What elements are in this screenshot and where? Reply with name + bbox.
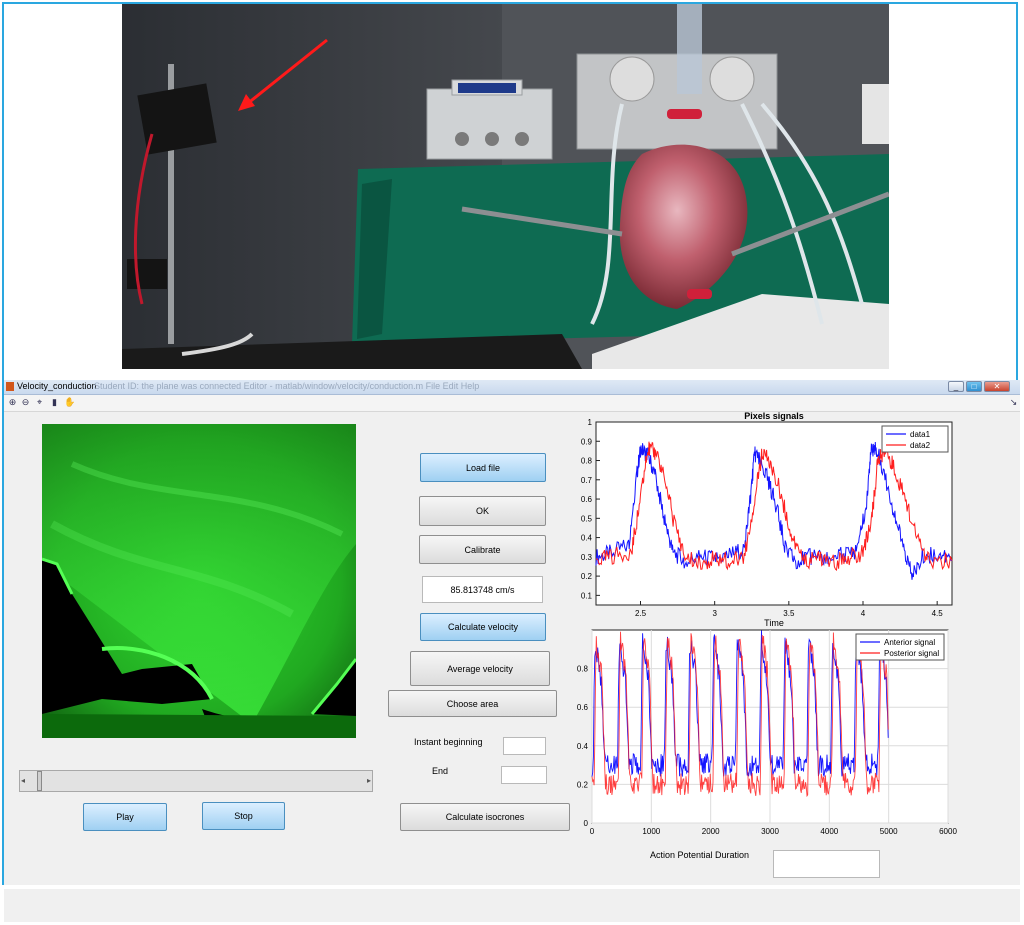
calculate-isocrones-button[interactable]: Calculate isocrones: [400, 803, 570, 831]
apd-input[interactable]: [773, 850, 880, 878]
slider-right-arrow[interactable]: ▸: [367, 776, 371, 785]
zoom-out-icon[interactable]: ⊖: [20, 397, 31, 408]
dock-arrow-icon[interactable]: ↘: [1008, 397, 1019, 408]
y-tick-label: 0.6: [577, 703, 589, 712]
y-tick-label: 0: [584, 819, 589, 828]
minimize-button[interactable]: _: [948, 381, 964, 392]
y-tick-label: 0.4: [581, 534, 593, 543]
load-file-button[interactable]: Load file: [420, 453, 546, 482]
x-tick-label: 3000: [761, 827, 779, 836]
y-tick-label: 0.8: [581, 457, 593, 466]
calibrate-button[interactable]: Calibrate: [419, 535, 546, 564]
status-strip: [4, 889, 1020, 922]
data-cursor-icon[interactable]: ⌖: [34, 397, 45, 408]
velocity-result-field: 85.813748 cm/s: [422, 576, 543, 603]
figure-window: Velocity_conduction Student ID: the plan…: [4, 380, 1020, 885]
instant-beginning-input[interactable]: [503, 737, 546, 755]
play-button[interactable]: Play: [83, 803, 167, 831]
y-tick-label: 0.2: [581, 572, 593, 581]
zoom-in-icon[interactable]: ⊕: [7, 397, 18, 408]
y-tick-label: 1: [588, 418, 593, 427]
y-tick-label: 0.3: [581, 553, 593, 562]
y-tick-label: 0.5: [581, 514, 593, 523]
x-tick-label: 3: [712, 609, 717, 618]
legend-label: Posterior signal: [884, 649, 939, 658]
window-title: Velocity_conduction: [17, 381, 97, 391]
x-tick-label: 4000: [820, 827, 838, 836]
x-tick-label: 2.5: [635, 609, 647, 618]
x-tick-label: 3.5: [783, 609, 795, 618]
stop-button[interactable]: Stop: [202, 802, 285, 830]
y-tick-label: 0.1: [581, 591, 593, 600]
anterior-posterior-chart: 0 0.2 0.4 0.6 0.8 0 1000 2000 3000 4000 5000 6000 An…: [577, 629, 957, 836]
pan-icon[interactable]: ✋: [64, 397, 75, 408]
y-tick-label: 0.2: [577, 780, 589, 789]
y-tick-label: 0.9: [581, 437, 593, 446]
colorbar-icon[interactable]: ▮: [49, 397, 60, 408]
chart-title: Pixels signals: [744, 411, 804, 421]
x-tick-label: 4.5: [932, 609, 944, 618]
average-velocity-button[interactable]: Average velocity: [410, 651, 550, 686]
title-bar: Velocity_conduction Student ID: the plan…: [4, 380, 1020, 395]
x-tick-label: 0: [590, 827, 595, 836]
window-title-faded: Student ID: the plane was connected Edit…: [94, 381, 480, 391]
y-tick-label: 0.4: [577, 742, 589, 751]
x-tick-label: 2000: [702, 827, 720, 836]
end-input[interactable]: [501, 766, 547, 784]
window-icon: [6, 382, 14, 391]
experiment-photo: [122, 4, 889, 369]
y-tick-label: 0.7: [581, 476, 593, 485]
calculate-velocity-button[interactable]: Calculate velocity: [420, 613, 546, 641]
frame-slider[interactable]: ◂ ▸: [19, 770, 373, 792]
legend-label: data2: [910, 441, 931, 450]
x-tick-label: 4: [861, 609, 866, 618]
x-tick-label: 6000: [939, 827, 957, 836]
maximize-button[interactable]: □: [966, 381, 982, 392]
instant-beginning-label: Instant beginning: [414, 737, 483, 747]
end-label: End: [432, 766, 449, 776]
y-tick-label: 0.8: [577, 665, 589, 674]
x-tick-label: 5000: [880, 827, 898, 836]
legend-label: data1: [910, 430, 931, 439]
x-tick-label: 1000: [642, 827, 660, 836]
pixels-signals-chart: Pixels signals 0.1 0.2 0.3 0.4 0.5 0.6 0.7 0.8 0.…: [581, 411, 953, 628]
choose-area-button[interactable]: Choose area: [388, 690, 557, 717]
ok-button[interactable]: OK: [419, 496, 546, 526]
y-tick-label: 0.6: [581, 495, 593, 504]
slider-thumb[interactable]: [36, 771, 42, 791]
fluorescence-image: [42, 424, 356, 738]
close-button[interactable]: ✕: [984, 381, 1010, 392]
legend-label: Anterior signal: [884, 638, 935, 647]
apd-label: Action Potential Duration: [650, 850, 750, 860]
slider-left-arrow[interactable]: ◂: [21, 776, 25, 785]
